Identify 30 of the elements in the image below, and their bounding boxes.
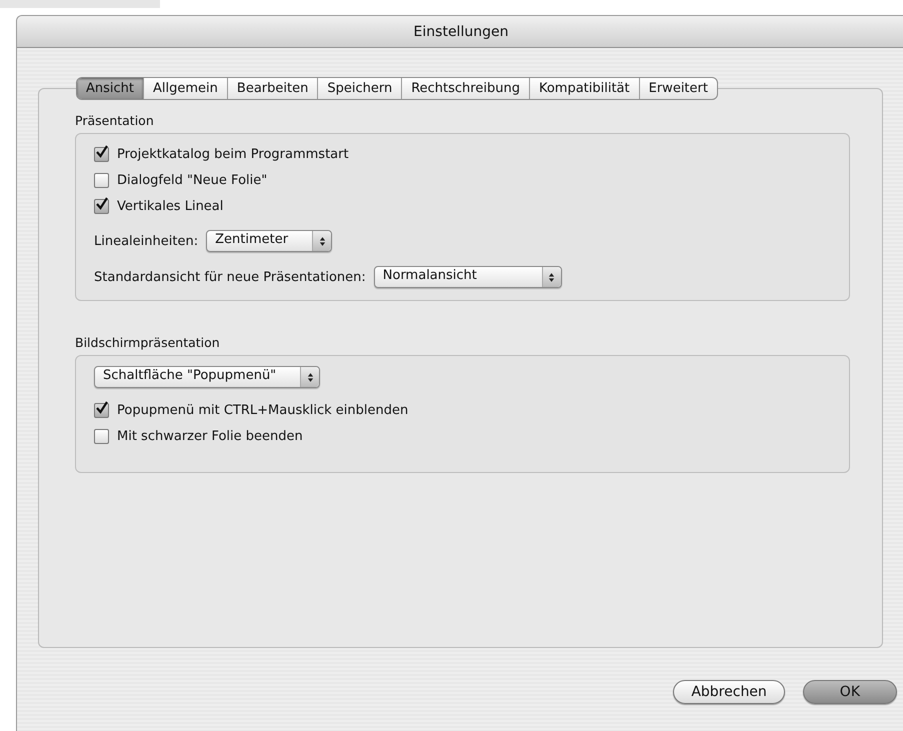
checkbox-label: Vertikales Lineal [117,198,224,214]
checkbox[interactable] [94,402,109,418]
popup-menu[interactable]: Normalansicht [374,266,562,288]
checkbox[interactable] [94,428,109,444]
tab[interactable]: Ansicht [77,78,144,99]
field-label: Standardansicht für neue Präsentationen: [94,270,366,284]
checkbox[interactable] [94,146,109,162]
tab[interactable]: Erweitert [640,78,717,99]
tab[interactable]: Bearbeiten [228,78,318,99]
tab[interactable]: Kompatibilität [530,78,640,99]
checkbox[interactable] [94,172,109,188]
updown-arrows-icon [306,372,314,382]
popup-menu[interactable]: Zentimeter [206,230,332,252]
updown-arrows-icon [318,236,326,246]
tab[interactable]: Rechtschreibung [402,78,530,99]
checkbox[interactable] [94,198,109,214]
tab[interactable]: Speichern [318,78,402,99]
checkbox-label: Projektkatalog beim Programmstart [117,146,349,162]
popup-menu[interactable]: Schaltfläche "Popupmenü" [94,366,320,388]
cancel-button[interactable]: Abbrechen [673,680,785,704]
group-title: Präsentation [75,113,155,128]
updown-arrows-icon [548,272,556,282]
group-title: Bildschirmpräsentation [75,335,221,350]
window-title: Einstellungen [414,24,508,40]
field-label: Linealeinheiten: [94,234,198,248]
checkbox-label: Popupmenü mit CTRL+Mausklick einblenden [117,402,408,418]
ok-button[interactable]: OK [802,680,897,704]
tab[interactable]: Allgemein [144,78,228,99]
checkbox-label: Dialogfeld "Neue Folie" [117,172,268,188]
checkbox-label: Mit schwarzer Folie beenden [117,428,303,444]
